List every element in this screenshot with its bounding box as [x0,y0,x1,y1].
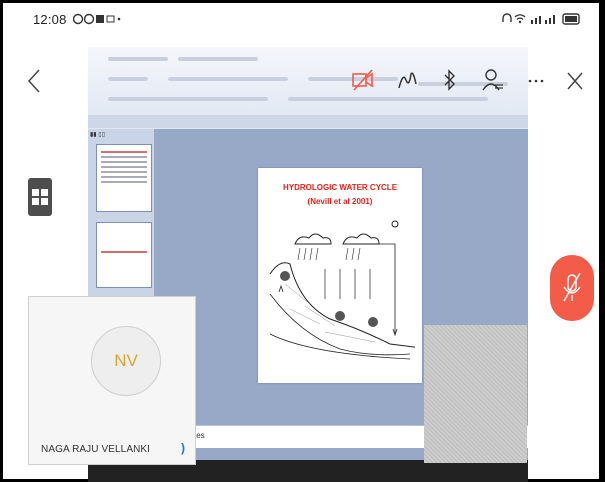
dot-icon [117,17,121,21]
mic-off-icon [563,272,581,302]
layout-grid-button[interactable] [28,178,52,216]
status-time: 12:08 [33,12,67,27]
ppt-ribbon [88,47,528,130]
close-icon [567,72,583,90]
participants-button[interactable] [482,68,504,98]
annotate-pen-icon [398,72,417,89]
status-right-icons [501,12,585,28]
video-tile[interactable] [424,325,527,463]
wifi-icon [514,14,526,21]
slide-subtitle: (Nevill et al 2001) [307,197,373,206]
avatar-initials: NV [114,351,138,370]
avatar: NV [91,326,161,396]
pane-tabs: ▮▮ ▯▯ [90,132,105,138]
video-off-icon [352,69,373,91]
gallery-icon [96,15,104,23]
annotate-button[interactable] [397,68,419,98]
slide-thumbnail[interactable] [96,222,152,288]
slide-thumbnail[interactable] [96,144,152,212]
participant-name: NAGA RAJU VELLANKI [41,444,151,455]
notification-icon [83,13,95,25]
slide-title: HYDROLOGIC WATER CYCLE [282,183,398,192]
current-slide: HYDROLOGIC WATER CYCLE (Nevill et al 200… [258,168,422,383]
water-cycle-diagram [269,220,415,360]
headphones-icon [502,13,512,22]
bluetooth-icon [444,69,455,91]
photo-icon [106,15,115,23]
back-button[interactable] [27,68,41,98]
participants-icon [482,69,503,91]
mute-mic-button[interactable] [550,255,594,321]
more-icon [528,79,544,83]
chevron-left-icon [27,69,40,93]
participant-tile[interactable]: NV NAGA RAJU VELLANKI ) [28,296,196,465]
whatsapp-icon [72,13,84,25]
audio-indicator-icon: ) [181,441,185,455]
video-off-button[interactable] [352,68,374,98]
status-left-icons [72,13,121,28]
more-options-button[interactable] [528,68,544,98]
grid-icon [32,189,39,196]
bluetooth-button[interactable] [442,68,458,98]
close-button[interactable] [566,68,584,98]
signal-icon [531,15,555,24]
